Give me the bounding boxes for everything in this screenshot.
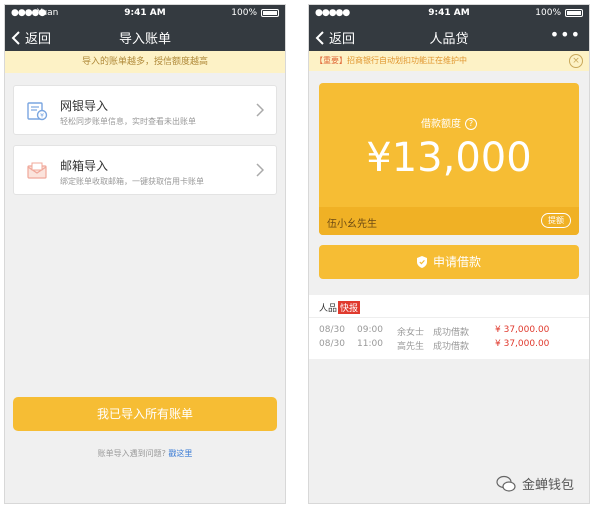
nav-bar: 返回 导入账单 — [5, 21, 285, 51]
chevron-right-icon — [256, 103, 264, 117]
row-status: 成功借款 — [433, 328, 470, 338]
news-title: 人品 — [319, 304, 338, 314]
watermark-text: 金蝉钱包 — [522, 478, 575, 493]
mail-icon — [27, 162, 47, 179]
page-title: 人品贷 — [429, 32, 469, 47]
news-panel: 人品 快报 08/30 09:00 余女士 成功借款 ¥ 37,000.00 08… — [309, 295, 589, 359]
page-title: 导入账单 — [118, 32, 171, 47]
bank-card-icon: ¥ — [27, 102, 48, 121]
maintenance-notice: 【重要】招商银行自动划扣功能正在维护中 × — [309, 51, 589, 71]
svg-text:¥: ¥ — [40, 113, 44, 120]
help-line: 账单导入遇到问题? 戳这里 — [5, 448, 285, 459]
card-title: 邮箱导入 — [60, 159, 109, 173]
card-subtitle: 绑定账单收取邮箱，一键获取信用卡账单 — [60, 177, 204, 186]
watermark: 金蝉钱包 — [496, 474, 574, 493]
apply-loan-button[interactable]: 申请借款 — [319, 245, 579, 279]
email-import-card[interactable]: 邮箱导入 绑定账单收取邮箱，一键获取信用卡账单 — [13, 145, 277, 195]
row-amount: ¥ 37,000.00 — [495, 325, 550, 335]
limit-amount: ¥13,000 — [366, 135, 532, 181]
wechat-icon — [496, 475, 516, 492]
row-status: 成功借款 — [433, 342, 470, 352]
nav-bar: 返回 人品贷 ••• — [309, 21, 589, 51]
card-title: 网银导入 — [60, 99, 109, 113]
limit-label: 借款额度? — [319, 115, 579, 130]
user-strip: 伍小幺先生 提额 — [319, 207, 579, 235]
row-name: 余女士 — [397, 328, 425, 338]
news-badge: 快报 — [338, 301, 361, 314]
close-icon[interactable]: × — [569, 54, 583, 68]
more-icon[interactable]: ••• — [550, 25, 581, 44]
battery-percent: 100% — [231, 8, 257, 18]
renpin-loan-screen: ●●●●● 9:41 AM 100% 返回 人品贷 ••• 【重要】招商银行自动… — [308, 4, 590, 504]
user-name: 伍小幺先生 — [327, 219, 377, 230]
notice-message: 招商银行自动划扣功能正在维护中 — [347, 56, 467, 65]
battery-percent: 100% — [535, 8, 561, 18]
row-time: 09:00 — [357, 325, 383, 335]
row-date: 08/30 — [319, 325, 345, 335]
status-bar: ●●●●● Yuan 9:41 AM 100% — [5, 5, 285, 21]
row-time: 11:00 — [357, 339, 383, 349]
row-amount: ¥ 37,000.00 — [495, 339, 550, 349]
chevron-right-icon — [256, 163, 264, 177]
row-name: 高先生 — [397, 342, 425, 352]
notice-banner: 导入的账单越多，授信额度越高 — [5, 51, 285, 73]
imported-all-bills-button[interactable]: 我已导入所有账单 — [13, 397, 277, 431]
help-icon[interactable]: ? — [465, 118, 477, 130]
raise-limit-button[interactable]: 提额 — [541, 213, 571, 228]
card-subtitle: 轻松同步账单信息，实时查看未出账单 — [60, 117, 196, 126]
loan-limit-card: 借款额度? ¥13,000 伍小幺先生 提额 — [319, 83, 579, 235]
news-header: 人品 快报 — [319, 301, 361, 314]
help-link[interactable]: 戳这里 — [168, 449, 192, 458]
limit-label-text: 借款额度 — [421, 119, 461, 130]
notice-tag: 【重要】 — [315, 56, 347, 65]
import-bills-screen: ●●●●● Yuan 9:41 AM 100% 返回 导入账单 导入的账单越多，… — [4, 4, 286, 504]
battery-icon — [261, 9, 279, 17]
help-text: 账单导入遇到问题? — [97, 449, 166, 458]
row-date: 08/30 — [319, 339, 345, 349]
status-bar: ●●●●● 9:41 AM 100% — [309, 5, 589, 21]
shield-check-icon — [416, 255, 427, 268]
apply-label: 申请借款 — [432, 255, 481, 269]
battery-icon — [565, 9, 583, 17]
divider — [309, 317, 589, 318]
online-banking-import-card[interactable]: ¥ 网银导入 轻松同步账单信息，实时查看未出账单 — [13, 85, 277, 135]
